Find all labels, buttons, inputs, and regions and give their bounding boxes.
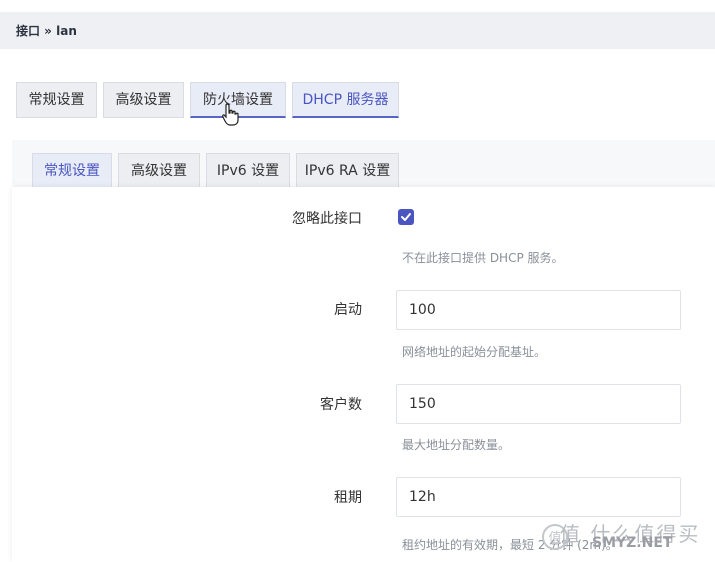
tab-advanced-label: 高级设置 xyxy=(115,92,172,108)
subtab-advanced-label: 高级设置 xyxy=(131,163,187,179)
leasetime-label: 租期 xyxy=(334,490,362,506)
subtab-ipv6-ra-label: IPv6 RA 设置 xyxy=(304,163,391,179)
ignore-interface-hint: 不在此接口提供 DHCP 服务。 xyxy=(402,251,564,265)
leasetime-input[interactable]: 12h xyxy=(396,477,681,517)
start-hint: 网络地址的起始分配基址。 xyxy=(402,345,547,359)
breadcrumb-bar: 接口 » lan xyxy=(0,12,715,49)
tab-dhcp-server[interactable]: DHCP 服务器 xyxy=(292,82,399,118)
subtab-general[interactable]: 常规设置 xyxy=(32,153,112,189)
limit-label: 客户数 xyxy=(320,397,362,413)
breadcrumb[interactable]: 接口 » lan xyxy=(16,22,77,39)
start-input[interactable]: 100 xyxy=(396,290,681,330)
ignore-interface-label: 忽略此接口 xyxy=(292,211,362,227)
subtab-general-label: 常规设置 xyxy=(44,163,100,179)
ignore-interface-checkbox[interactable] xyxy=(398,209,414,225)
subtab-ipv6[interactable]: IPv6 设置 xyxy=(206,153,290,189)
subtab-ipv6-ra[interactable]: IPv6 RA 设置 xyxy=(296,153,399,189)
subtab-ipv6-label: IPv6 设置 xyxy=(216,163,280,179)
tab-advanced[interactable]: 高级设置 xyxy=(103,82,184,118)
tab-dhcp-server-label: DHCP 服务器 xyxy=(302,92,389,108)
subtab-advanced[interactable]: 高级设置 xyxy=(118,153,200,189)
limit-hint: 最大地址分配数量。 xyxy=(402,438,511,452)
start-label: 启动 xyxy=(334,302,362,318)
tab-general-label: 常规设置 xyxy=(28,92,85,108)
check-icon xyxy=(401,213,411,221)
limit-input[interactable]: 150 xyxy=(396,384,681,424)
hand-cursor-icon xyxy=(222,103,239,126)
watermark-domain: SMYZ.NET xyxy=(592,535,673,551)
tab-general[interactable]: 常规设置 xyxy=(16,82,97,118)
